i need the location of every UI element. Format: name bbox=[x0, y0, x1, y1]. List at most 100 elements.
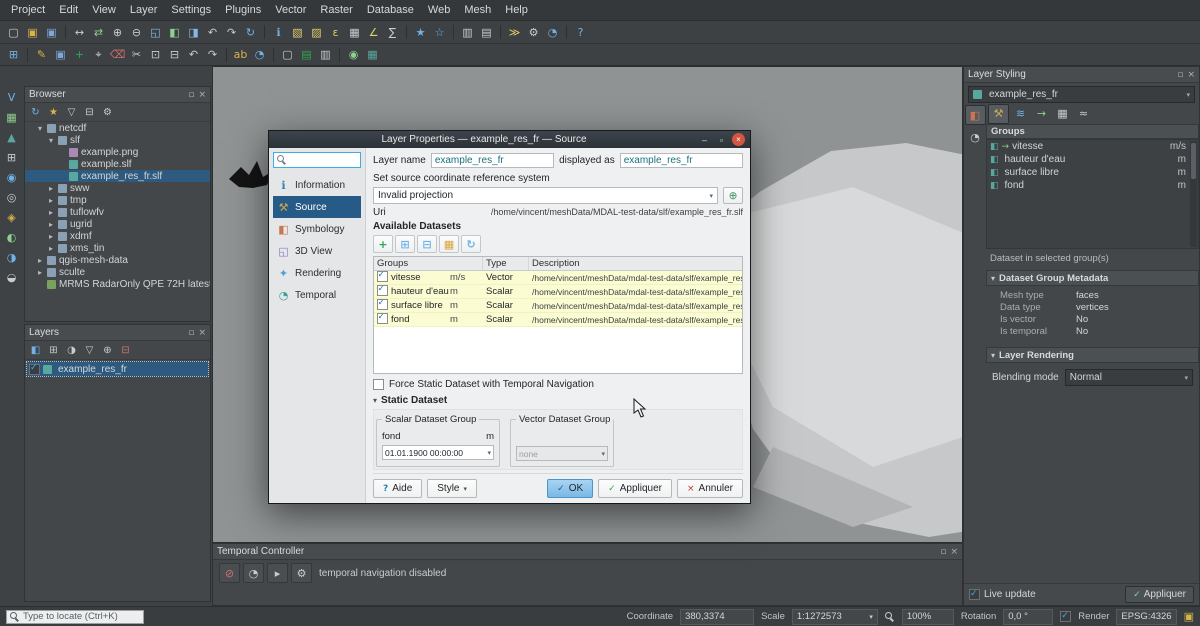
add-group-icon[interactable]: ⊞ bbox=[45, 342, 62, 358]
add-postgis-layer-icon[interactable]: ◉ bbox=[2, 168, 21, 186]
expand-all-layers-icon[interactable]: ⊕ bbox=[99, 342, 116, 358]
toolbar-icon[interactable] bbox=[226, 48, 227, 62]
history-tab-icon[interactable]: ◔ bbox=[966, 128, 985, 146]
open-layer-styling-icon[interactable]: ◧ bbox=[27, 342, 44, 358]
select-features-icon[interactable]: ▧ bbox=[288, 23, 307, 41]
tab-source[interactable]: ⚒ Source bbox=[273, 196, 361, 218]
add-feature-icon[interactable]: + bbox=[70, 46, 89, 64]
osm-place-search-icon[interactable]: ◉ bbox=[344, 46, 363, 64]
dataset-checkbox[interactable] bbox=[377, 313, 388, 324]
zoom-out-icon[interactable]: ⊖ bbox=[127, 23, 146, 41]
tree-item[interactable]: example.slf bbox=[25, 158, 210, 170]
force-static-checkbox[interactable] bbox=[373, 379, 384, 390]
menu-item[interactable]: Layer bbox=[123, 0, 165, 21]
collapse-tree-icon[interactable]: ⊟ bbox=[81, 104, 98, 120]
vector-dataset-select[interactable]: none ▾ bbox=[516, 446, 608, 461]
new-bookmark-icon[interactable]: ★ bbox=[411, 23, 430, 41]
float-panel-icon[interactable]: ▫ bbox=[1177, 70, 1183, 80]
tree-item[interactable]: example_res_fr.slf bbox=[25, 170, 210, 182]
expander-icon[interactable]: ▸ bbox=[49, 232, 58, 241]
scale-select[interactable]: 1:1272573 ▾ bbox=[792, 609, 878, 625]
tab-temporal[interactable]: ◔ Temporal bbox=[273, 284, 361, 306]
temporal-controller-icon[interactable]: ◔ bbox=[543, 23, 562, 41]
new-shapefile-icon[interactable]: ▢ bbox=[278, 46, 297, 64]
vector-toggle-icon[interactable]: → bbox=[1002, 142, 1010, 152]
magnifier-field[interactable]: 100% bbox=[902, 609, 954, 625]
maximize-icon[interactable]: ▫ bbox=[715, 133, 728, 146]
render-checkbox[interactable] bbox=[1060, 611, 1071, 622]
float-panel-icon[interactable]: ▫ bbox=[940, 547, 946, 557]
zoom-to-selection-icon[interactable]: ◧ bbox=[165, 23, 184, 41]
styling-apply-button[interactable]: ✓ Appliquer bbox=[1125, 586, 1194, 603]
toolbar-icon[interactable] bbox=[273, 48, 274, 62]
pan-map-icon[interactable]: ↔ bbox=[70, 23, 89, 41]
close-icon[interactable]: × bbox=[732, 133, 745, 146]
toolbar-icon[interactable] bbox=[500, 25, 501, 39]
deselect-features-icon[interactable]: ▨ bbox=[307, 23, 326, 41]
rotation-field[interactable]: 0,0 ° bbox=[1003, 609, 1053, 625]
crs-indicator[interactable]: EPSG:4326 bbox=[1116, 609, 1176, 625]
dataset-checkbox[interactable] bbox=[377, 271, 388, 282]
coordinate-field[interactable]: 380,3374 bbox=[680, 609, 754, 625]
layer-name-input[interactable] bbox=[431, 153, 554, 168]
dataset-checkbox[interactable] bbox=[377, 285, 388, 296]
layer-item[interactable]: example_res_fr bbox=[27, 362, 208, 376]
new-geopackage-icon[interactable]: ▤ bbox=[297, 46, 316, 64]
menu-item[interactable]: Raster bbox=[313, 0, 359, 21]
measure-icon[interactable]: ∠ bbox=[364, 23, 383, 41]
symbology-tab-icon[interactable]: ◧ bbox=[965, 105, 986, 125]
menu-item[interactable]: View bbox=[85, 0, 123, 21]
new-layout-icon[interactable]: ▥ bbox=[458, 23, 477, 41]
expander-icon[interactable]: ▸ bbox=[38, 256, 47, 265]
filter-browser-icon[interactable]: ▽ bbox=[63, 104, 80, 120]
menu-item[interactable]: Help bbox=[498, 0, 535, 21]
cancel-button[interactable]: × Annuler bbox=[677, 479, 743, 498]
statistical-summary-icon[interactable]: ∑ bbox=[383, 23, 402, 41]
close-panel-icon[interactable]: × bbox=[950, 547, 958, 557]
layer-diagram-icon[interactable]: ◔ bbox=[250, 46, 269, 64]
properties-search-input[interactable] bbox=[290, 154, 357, 166]
menu-item[interactable]: Vector bbox=[268, 0, 313, 21]
metadata-section-header[interactable]: ▾ Dataset Group Metadata bbox=[986, 270, 1199, 286]
tab-symbology[interactable]: ◧ Symbology bbox=[273, 218, 361, 240]
tree-item[interactable]: ▸ sww bbox=[25, 182, 210, 194]
scalar-toggle-icon[interactable]: ◧ bbox=[990, 181, 999, 191]
expander-icon[interactable]: ▸ bbox=[49, 184, 58, 193]
cut-features-icon[interactable]: ✂ bbox=[127, 46, 146, 64]
scalar-toggle-icon[interactable]: ◧ bbox=[990, 155, 999, 165]
close-panel-icon[interactable]: × bbox=[198, 328, 206, 338]
tree-item[interactable]: MRMS RadarOnly QPE 72H latest.grib2 bbox=[25, 278, 210, 290]
temporal-navigation-off-icon[interactable]: ⊘ bbox=[219, 563, 240, 583]
refresh-browser-icon[interactable]: ↻ bbox=[27, 104, 44, 120]
tree-item[interactable]: ▸ tmp bbox=[25, 194, 210, 206]
toolbar-icon[interactable] bbox=[453, 25, 454, 39]
pan-to-selection-icon[interactable]: ⇄ bbox=[89, 23, 108, 41]
tree-item[interactable]: ▸ qgis-mesh-data bbox=[25, 254, 210, 266]
column-groups[interactable]: Groups bbox=[374, 257, 482, 270]
copy-features-icon[interactable]: ⊡ bbox=[146, 46, 165, 64]
remove-layer-icon[interactable]: ⊟ bbox=[117, 342, 134, 358]
zoom-next-icon[interactable]: ↷ bbox=[222, 23, 241, 41]
show-bookmarks-icon[interactable]: ☆ bbox=[430, 23, 449, 41]
toolbar-icon[interactable] bbox=[65, 25, 66, 39]
browser-properties-icon[interactable]: ⚙ bbox=[99, 104, 116, 120]
toolbar-icon[interactable] bbox=[264, 25, 265, 39]
layer-visibility-checkbox[interactable] bbox=[29, 364, 40, 375]
tree-item[interactable]: ▾ netcdf bbox=[25, 122, 210, 134]
scrollbar-thumb[interactable] bbox=[1191, 143, 1196, 179]
tree-item[interactable]: ▸ tuflowfv bbox=[25, 206, 210, 218]
float-panel-icon[interactable]: ▫ bbox=[188, 328, 194, 338]
zoom-full-icon[interactable]: ◱ bbox=[146, 23, 165, 41]
locator-search[interactable]: Type to locate (Ctrl+K) bbox=[6, 610, 144, 624]
scalar-dataset-select[interactable]: 01.01.1900 00:00:00 ▾ bbox=[382, 445, 494, 460]
tab-rendering[interactable]: ✦ Rendering bbox=[273, 262, 361, 284]
new-project-icon[interactable]: ▢ bbox=[4, 23, 23, 41]
menu-item[interactable]: Settings bbox=[164, 0, 218, 21]
dataset-row[interactable]: fond m Scalar /home/vincent/meshData/mda… bbox=[374, 313, 742, 327]
tab-3d-view[interactable]: ◱ 3D View bbox=[273, 240, 361, 262]
add-mesh-layer-icon[interactable]: ▲ bbox=[2, 128, 21, 146]
section-expander-icon[interactable]: ▾ bbox=[373, 396, 377, 405]
column-description[interactable]: Description bbox=[528, 257, 742, 270]
style-button[interactable]: Style ▾ bbox=[427, 479, 477, 498]
minimize-icon[interactable]: – bbox=[698, 133, 711, 146]
